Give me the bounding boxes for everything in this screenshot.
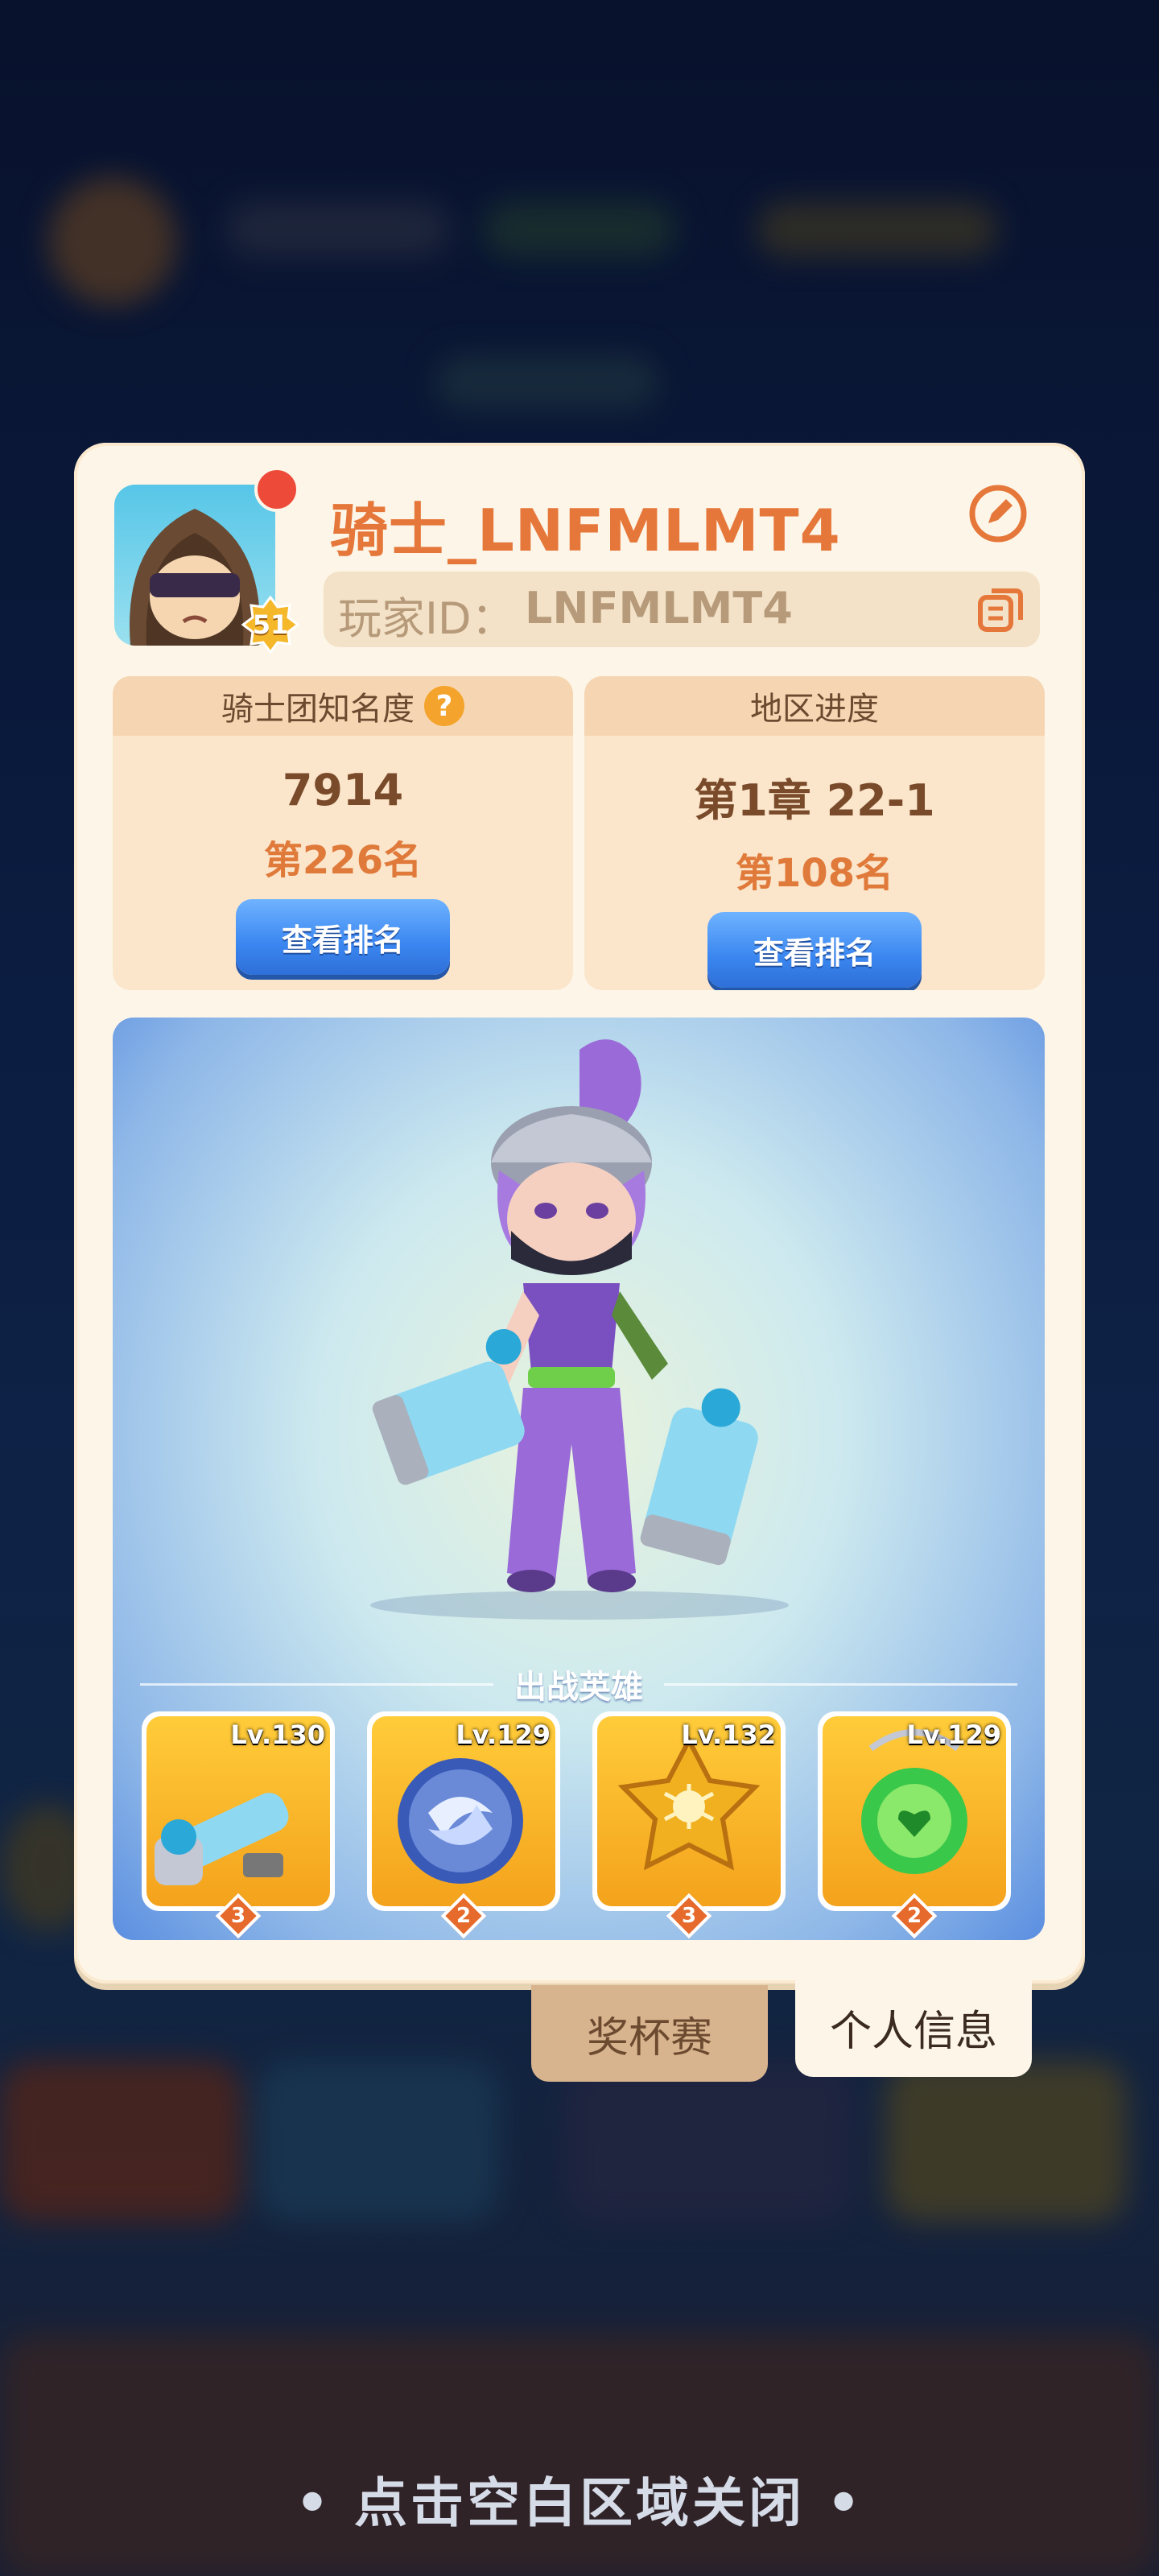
- heroes-section-title: 出战英雄: [514, 1669, 643, 1706]
- equipment-stars: 3: [681, 1904, 697, 1928]
- region-card-header: 地区进度: [584, 676, 1045, 736]
- region-view-ranking-button[interactable]: 查看排名: [707, 912, 922, 988]
- fame-card: 骑士团知名度 ? 7914 第226名 查看排名: [113, 676, 573, 990]
- equipment-card: Lv.132: [597, 1716, 781, 1906]
- player-level: 51: [252, 609, 289, 640]
- equipment-level: Lv.129: [456, 1719, 551, 1750]
- edit-name-icon[interactable]: [967, 483, 1029, 544]
- equipment-stars: 2: [906, 1904, 922, 1928]
- profile-panel: 51 骑士_LNFMLMT4 玩家ID： LNFMLMT4 骑士团知名度 ? 7…: [74, 443, 1085, 1984]
- region-card: 地区进度 第1章 22-1 第108名 查看排名: [584, 676, 1045, 990]
- equipment-slot[interactable]: Lv.132 3: [592, 1711, 786, 1939]
- region-title: 地区进度: [750, 691, 879, 728]
- player-name: 骑士_LNFMLMT4: [330, 497, 841, 564]
- copy-id-icon[interactable]: [975, 583, 1027, 634]
- close-hint: • 点击空白区域关闭 •: [295, 2472, 864, 2534]
- equipment-level: Lv.130: [230, 1719, 325, 1750]
- equipment-level: Lv.132: [681, 1719, 776, 1750]
- tab-trophy[interactable]: 奖杯赛: [531, 1985, 768, 2082]
- ninja-hero-figure-icon: [370, 1039, 789, 1620]
- hero-showcase: 出战英雄 Lv.130 3 Lv.129 2 Lv.132 3 Lv.129 2: [113, 1018, 1045, 1940]
- tab-profile[interactable]: 个人信息: [795, 1977, 1032, 2077]
- equipment-card: Lv.129: [372, 1716, 555, 1906]
- player-id-bar: 玩家ID： LNFMLMT4: [324, 572, 1040, 647]
- divider-line-right: [664, 1682, 1017, 1686]
- heroes-divider: 出战英雄: [140, 1660, 1017, 1708]
- equipment-slot[interactable]: Lv.129 2: [367, 1711, 560, 1939]
- equipment-stars: 3: [230, 1904, 246, 1928]
- player-id-value: LNFMLMT4: [525, 583, 793, 634]
- equipment-card: Lv.129: [823, 1716, 1006, 1906]
- fame-view-ranking-button[interactable]: 查看排名: [236, 899, 450, 975]
- help-icon[interactable]: ?: [424, 686, 464, 726]
- player-level-badge: 51: [241, 595, 300, 654]
- fame-title: 骑士团知名度: [221, 691, 415, 728]
- equipment-card: Lv.130: [146, 1716, 330, 1906]
- fame-card-header: 骑士团知名度 ?: [113, 676, 573, 736]
- fame-rank: 第226名: [263, 838, 423, 883]
- notification-dot: [254, 467, 299, 512]
- fame-value: 7914: [282, 765, 404, 815]
- equipment-slot[interactable]: Lv.129 2: [818, 1711, 1011, 1939]
- equipment-level: Lv.129: [906, 1719, 1001, 1750]
- equipment-stars: 2: [456, 1904, 472, 1928]
- equipment-slot[interactable]: Lv.130 3: [142, 1711, 335, 1939]
- region-rank: 第108名: [735, 851, 894, 896]
- region-value: 第1章 22-1: [694, 775, 935, 826]
- divider-line-left: [140, 1682, 493, 1686]
- player-id-label: 玩家ID：: [338, 593, 515, 644]
